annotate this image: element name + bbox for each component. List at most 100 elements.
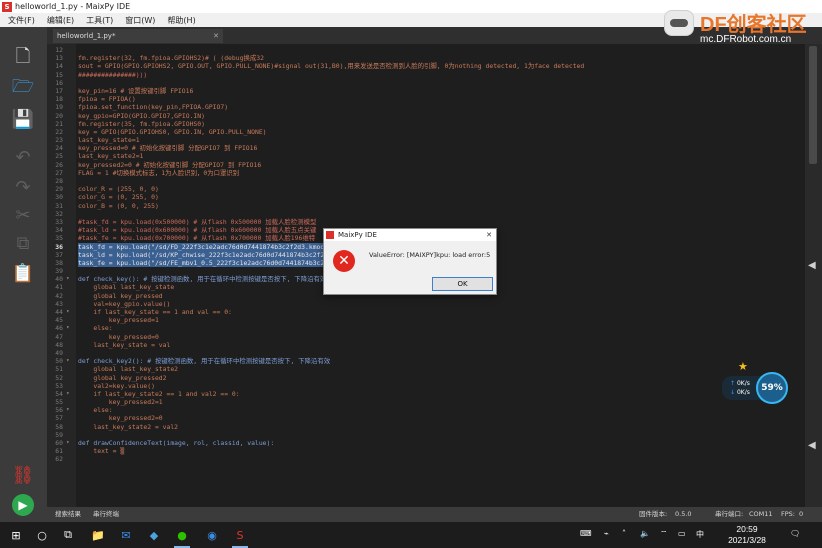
code-line[interactable]: 30 color_G = (0, 255, 0) [55,193,805,201]
code-line[interactable]: 51 global last_key_state2 [55,365,805,373]
cut-icon[interactable]: ✂ [11,203,35,227]
code-line[interactable]: 24 key_pressed=0 # 初始化按键引脚 分配GPIO7 到 FPIO… [55,144,805,152]
code-line[interactable]: 20 key_gpio=GPIO(GPIO.GPIO7,GPIO.IN) [55,112,805,120]
line-number: 54 [55,389,63,398]
code-line[interactable]: 48 last_key_state = val [55,341,805,349]
copy-icon[interactable]: ⧉ [11,231,35,255]
line-number: 48 [55,340,63,349]
code-line[interactable]: 25 last_key_state2=1 [55,152,805,160]
scrollbar-thumb[interactable] [809,46,817,164]
ok-button[interactable]: OK [432,277,493,291]
line-number: 28 [55,177,63,185]
code-line[interactable]: 14 sout = GPIO(GPIO.GPIOHS2, GPIO.OUT, GP… [55,62,805,70]
network-speed-widget[interactable]: ★ ↑ 0K/s ↓ 0K/s 59% [722,360,788,404]
code-line[interactable]: 45 key_pressed=1 [55,316,805,324]
fold-arrow-icon[interactable]: ▾ [66,324,70,332]
code-line[interactable]: 59 [55,431,805,439]
wechat-icon[interactable]: ● [174,527,190,548]
tray-chevron-icon[interactable]: ˄ [622,529,626,538]
fold-arrow-icon[interactable]: ▾ [66,390,70,398]
search-results-tab[interactable]: 搜索结果 [55,507,81,522]
code-line[interactable]: 53 val2=key.value() [55,382,805,390]
code-line[interactable]: 18 fpioa = FPIOA() [55,95,805,103]
code-line[interactable]: 17 key_pin=16 # 设置按键引脚 FPIO16 [55,87,805,95]
tab-helloworld[interactable]: helloworld_1.py* ✕ [53,29,223,43]
fold-arrow-icon[interactable]: ▾ [66,439,70,447]
paste-icon[interactable]: 📋 [11,261,35,285]
browser-icon[interactable]: ◉ [204,527,220,543]
code-line[interactable]: 46 ▾ else: [55,324,805,332]
task-view-icon[interactable]: ⧉ [60,527,76,543]
code-line[interactable]: 54 ▾ if last_key_state2 == 1 and val2 == … [55,390,805,398]
code-line[interactable]: 21 fm.register(35, fm.fpioa.GPIOHS0) [55,120,805,128]
mail-icon[interactable]: ✉ [118,527,134,543]
network-icon[interactable]: ⌁ [604,529,609,538]
vertical-scrollbar[interactable] [805,44,822,507]
power-icon[interactable]: ▭ [678,529,686,538]
serial-terminal-tab[interactable]: 串行终端 [93,507,119,522]
tab-close-icon[interactable]: ✕ [213,29,219,43]
fold-arrow-icon[interactable]: ▾ [66,275,70,283]
menu-window[interactable]: 窗口(W) [125,15,155,26]
code-text: #task_fd = kpu.load(0x500000) # 从flash 0… [78,217,317,226]
code-line[interactable]: 16 [55,79,805,87]
search-icon[interactable]: ○ [34,527,50,543]
code-line[interactable]: 61 text = ▒ [55,447,805,455]
run-button[interactable]: ▶ [12,494,34,516]
dialog-close-icon[interactable]: ✕ [486,229,492,241]
keyboard-icon[interactable]: ⌨ [580,529,592,538]
menu-file[interactable]: 文件(F) [8,15,35,26]
code-line[interactable]: 62 [55,455,805,463]
code-line[interactable]: 47 key_pressed=0 [55,333,805,341]
code-line[interactable]: 28 [55,177,805,185]
wifi-icon[interactable]: ⌔ [660,529,668,539]
maixpy-taskbar-icon[interactable]: S [232,527,248,548]
windows-start-icon[interactable]: ⊞ [8,527,24,543]
code-line[interactable]: 55 key_pressed2=1 [55,398,805,406]
file-explorer-icon[interactable]: 📁 [90,527,106,543]
menu-edit[interactable]: 编辑(E) [47,15,74,26]
code-line[interactable]: 50 ▾ def check_key2(): # 按键检测函数, 用于在循环中检测按… [55,357,805,365]
code-line[interactable]: 22 key = GPIO(GPIO.GPIOHS0, GPIO.IN, GPIO… [55,127,805,136]
code-line[interactable]: 29 color_R = (255, 0, 0) [55,185,805,193]
code-line[interactable]: 19 fpioa.set_function(key_pin,FPIOA.GPIO7… [55,103,805,111]
code-line[interactable]: 32 [55,210,805,218]
notification-icon[interactable]: 🗨 [790,529,800,538]
collapse-left-icon-2[interactable]: ◀ [808,440,820,454]
redo-icon[interactable]: ↷ [11,175,35,199]
ime-indicator[interactable]: 中 [696,529,704,540]
new-file-icon[interactable]: 🗋 [11,46,35,71]
code-line[interactable]: 15 ###############))) [55,71,805,79]
app-icon[interactable]: ◆ [146,527,162,543]
code-line[interactable]: 57 key_pressed2=0 [55,414,805,422]
code-line[interactable]: 26 key_pressed2=0 # 初始化按键引脚 分配GPIO7 到 FPI… [55,161,805,169]
line-number: 37 [55,250,63,259]
code-line[interactable]: 27 FLAG = 1 #切换模式标志，1为人脸识别，0为口罩识别 [55,169,805,177]
fold-arrow-icon[interactable]: ▾ [66,406,70,414]
code-line[interactable]: 58 last_key_state2 = val2 [55,423,805,431]
fold-arrow-icon[interactable]: ▾ [66,357,70,365]
line-number: 31 [55,201,63,210]
taskbar-clock[interactable]: 20:59 2021/3/28 [712,524,782,546]
collapse-left-icon[interactable]: ◀ [808,260,820,274]
line-number: 17 [55,86,63,95]
code-line[interactable]: 49 [55,349,805,357]
code-line[interactable]: 12 [55,46,805,54]
code-line[interactable]: 56 ▾ else: [55,406,805,414]
save-icon[interactable]: 💾 [11,107,35,131]
disconnect-icon[interactable]: ⛓ [11,463,35,487]
menu-help[interactable]: 帮助(H) [167,15,195,26]
volume-icon[interactable]: 🔈 [640,529,650,538]
code-line[interactable]: 60 ▾ def drawConfidenceText(image, rol, cl… [55,439,805,447]
fox-badge-icon: ★ [738,360,748,373]
open-folder-icon[interactable]: 🗁 [11,76,35,101]
code-line[interactable]: 43 val=key_gpio.value() [55,300,805,308]
code-line[interactable]: 52 global key_pressed2 [55,374,805,382]
undo-icon[interactable]: ↶ [11,145,35,169]
code-line[interactable]: 33 #task_fd = kpu.load(0x500000) # 从flash… [55,217,805,226]
code-line[interactable]: 44 ▾ if last_key_state == 1 and val == 0: [55,308,805,316]
menu-tools[interactable]: 工具(T) [86,15,113,26]
code-line[interactable]: 31 color_B = (0, 0, 255) [55,202,805,210]
fold-arrow-icon[interactable]: ▾ [66,308,70,316]
code-text: key = GPIO(GPIO.GPIOHS0, GPIO.IN, GPIO.P… [78,127,267,136]
